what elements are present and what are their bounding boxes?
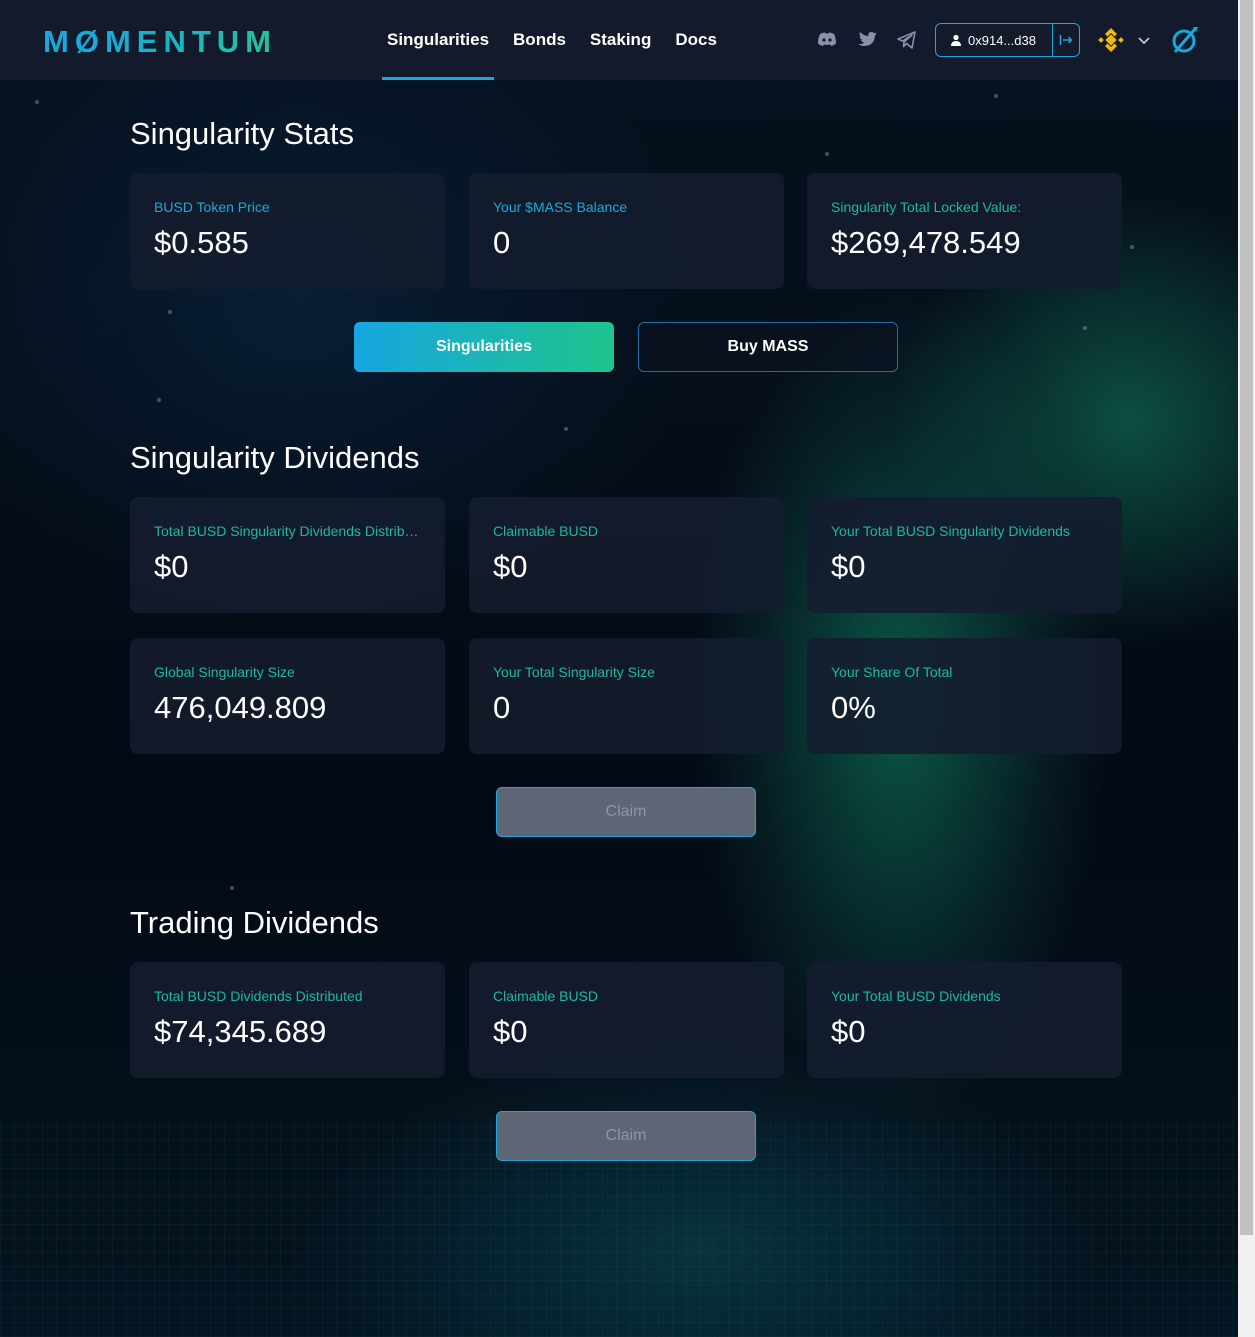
background-star <box>994 94 998 98</box>
twitter-icon[interactable] <box>855 28 879 52</box>
stat-value: $0 <box>493 549 528 584</box>
main-nav: Singularities Bonds Staking Docs <box>382 0 736 80</box>
stat-label: Global Singularity Size <box>154 664 295 680</box>
page-scrollbar[interactable] <box>1238 0 1255 1337</box>
stat-label: Your Total BUSD Singularity Dividends <box>831 523 1070 539</box>
discord-icon[interactable] <box>815 28 839 52</box>
logo-wordmark: MENTUM <box>104 24 277 59</box>
background-star <box>157 398 161 402</box>
section-title-singularity-dividends: Singularity Dividends <box>130 440 420 475</box>
dividend-card-total-distributed: Total BUSD Singularity Dividends Distrib… <box>130 497 445 613</box>
dividend-card-your-size: Your Total Singularity Size 0 <box>469 638 784 754</box>
stat-value: $0.585 <box>154 225 249 260</box>
stat-value: $0 <box>831 1014 866 1049</box>
wallet-connection: 0x914...d38 <box>935 23 1080 57</box>
background-star <box>1083 326 1087 330</box>
stat-label: Singularity Total Locked Value: <box>831 199 1022 215</box>
wallet-address: 0x914...d38 <box>968 32 1036 48</box>
nav-item-bonds[interactable]: Bonds <box>508 0 571 80</box>
stat-card-busd-token-price: BUSD Token Price $0.585 <box>130 173 445 289</box>
chevron-down-icon[interactable] <box>1136 32 1152 48</box>
background-star <box>564 427 568 431</box>
stat-card-total-locked-value: Singularity Total Locked Value: $269,478… <box>807 173 1122 289</box>
background-star <box>230 886 234 890</box>
dividend-card-your-total: Your Total BUSD Singularity Dividends $0 <box>807 497 1122 613</box>
binance-icon[interactable] <box>1096 25 1126 55</box>
nav-item-singularities[interactable]: Singularities <box>382 0 495 80</box>
top-header: M Ø MENTUM Singularities Bonds Staking D… <box>0 0 1238 80</box>
stat-label: Your Share Of Total <box>831 664 953 680</box>
momentum-logo[interactable]: M Ø MENTUM <box>43 22 277 62</box>
disconnect-icon[interactable] <box>1053 34 1079 46</box>
stat-label: Total BUSD Dividends Distributed <box>154 988 363 1004</box>
stat-label: Your Total Singularity Size <box>493 664 655 680</box>
stat-value: $0 <box>154 549 189 584</box>
trading-card-claimable-busd: Claimable BUSD $0 <box>469 962 784 1078</box>
trading-card-total-distributed: Total BUSD Dividends Distributed $74,345… <box>130 962 445 1078</box>
stat-value: 476,049.809 <box>154 690 327 725</box>
background-star <box>825 152 829 156</box>
logo-letter-o: Ø <box>74 24 105 59</box>
stat-value: $269,478.549 <box>831 225 1021 260</box>
claim-trading-dividends-button[interactable]: Claim <box>496 1111 756 1161</box>
dividend-card-claimable-busd: Claimable BUSD $0 <box>469 497 784 613</box>
section-title-trading-dividends: Trading Dividends <box>130 905 379 940</box>
section-title-singularity-stats: Singularity Stats <box>130 116 354 151</box>
stat-label: Claimable BUSD <box>493 988 599 1004</box>
logo-letter-m: M <box>43 24 75 59</box>
momentum-token-icon[interactable] <box>1169 24 1201 56</box>
stat-value: 0 <box>493 690 511 725</box>
buy-mass-button[interactable]: Buy MASS <box>638 322 898 372</box>
stat-value: 0 <box>493 225 511 260</box>
stat-card-mass-balance: Your $MASS Balance 0 <box>469 173 784 289</box>
stat-label: BUSD Token Price <box>154 199 270 215</box>
stat-label: Your Total BUSD Dividends <box>831 988 1001 1004</box>
stat-label: Claimable BUSD <box>493 523 599 539</box>
stat-value: 0% <box>831 690 876 725</box>
background-star <box>35 100 39 104</box>
background-star <box>168 310 172 314</box>
scrollbar-thumb[interactable] <box>1240 0 1253 1235</box>
dividend-card-your-share: Your Share Of Total 0% <box>807 638 1122 754</box>
user-icon <box>951 34 961 46</box>
trading-card-your-total: Your Total BUSD Dividends $0 <box>807 962 1122 1078</box>
nav-item-docs[interactable]: Docs <box>670 0 722 80</box>
claim-singularity-dividends-button[interactable]: Claim <box>496 787 756 837</box>
telegram-icon[interactable] <box>895 28 919 52</box>
singularities-button[interactable]: Singularities <box>354 322 614 372</box>
stat-label: Total BUSD Singularity Dividends Distrib… <box>154 523 421 539</box>
stat-value: $0 <box>493 1014 528 1049</box>
dividend-card-global-size: Global Singularity Size 476,049.809 <box>130 638 445 754</box>
stat-value: $0 <box>831 549 866 584</box>
wallet-address-button[interactable]: 0x914...d38 <box>936 24 1054 56</box>
nav-item-staking[interactable]: Staking <box>585 0 656 80</box>
background-star <box>1130 245 1134 249</box>
stat-value: $74,345.689 <box>154 1014 327 1049</box>
stat-label: Your $MASS Balance <box>493 199 628 215</box>
